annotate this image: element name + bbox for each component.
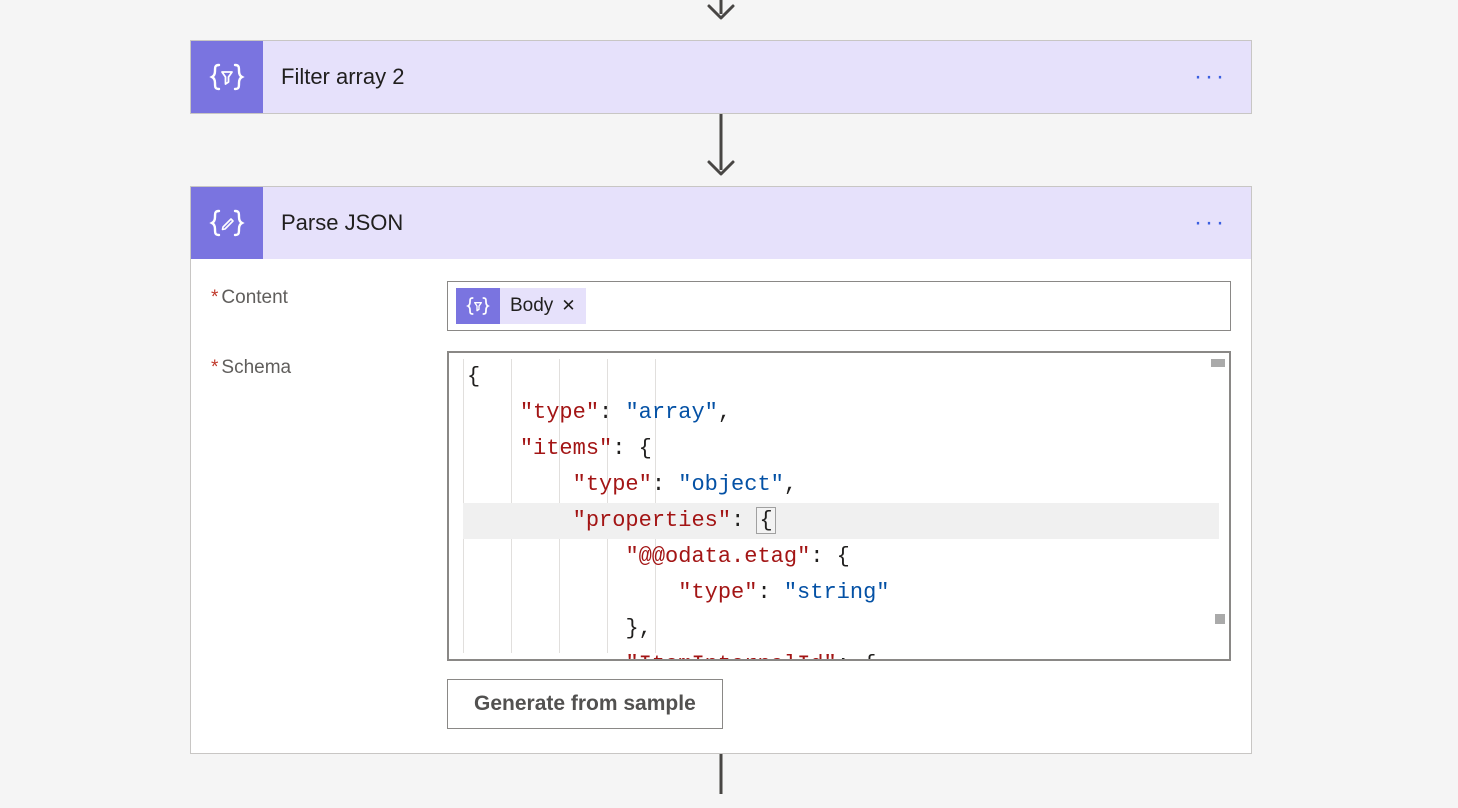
code-line: "ItemInternalId": { (463, 647, 1219, 661)
token-remove-icon[interactable]: ✕ (561, 296, 575, 316)
step-more-menu[interactable]: ··· (1194, 211, 1227, 235)
flow-step-filter-array-2[interactable]: Filter array 2 ··· (190, 40, 1252, 114)
code-line: "type": "string" (463, 575, 1219, 611)
braces-filter-icon (456, 288, 500, 324)
code-line: "properties": { (463, 503, 1219, 539)
content-input[interactable]: Body ✕ (447, 281, 1231, 331)
code-line: "items": { (463, 431, 1219, 467)
field-row-content: *Content Body (211, 281, 1231, 331)
field-label: *Schema (211, 351, 447, 379)
braces-edit-icon (191, 187, 263, 259)
step-header[interactable]: Filter array 2 ··· (191, 41, 1251, 113)
code-line: { (463, 359, 1219, 395)
schema-code-editor[interactable]: { "type": "array", "items": { "type": "o… (447, 351, 1231, 661)
step-title: Filter array 2 (281, 64, 404, 90)
required-star: * (211, 287, 218, 308)
connector-arrow (190, 114, 1252, 186)
connector-arrow-in (701, 0, 741, 40)
required-star: * (211, 357, 218, 378)
step-body: *Content Body (191, 259, 1251, 753)
code-line: "type": "object", (463, 467, 1219, 503)
code-line: }, (463, 611, 1219, 647)
dynamic-content-token[interactable]: Body ✕ (456, 288, 586, 324)
generate-from-sample-button[interactable]: Generate from sample (447, 679, 723, 729)
field-label: *Content (211, 281, 447, 309)
code-line: "type": "array", (463, 395, 1219, 431)
field-row-schema: *Schema { "type": "array", "items" (211, 351, 1231, 729)
step-title: Parse JSON (281, 210, 403, 236)
step-more-menu[interactable]: ··· (1194, 65, 1227, 89)
connector-arrow-out (190, 754, 1252, 794)
flow-canvas: Filter array 2 ··· Parse JSON ··· (190, 0, 1252, 794)
flow-step-parse-json[interactable]: Parse JSON ··· *Content (190, 186, 1252, 754)
code-line: "@@odata.etag": { (463, 539, 1219, 575)
braces-filter-icon (191, 41, 263, 113)
token-label: Body (510, 295, 553, 317)
step-header[interactable]: Parse JSON ··· (191, 187, 1251, 259)
